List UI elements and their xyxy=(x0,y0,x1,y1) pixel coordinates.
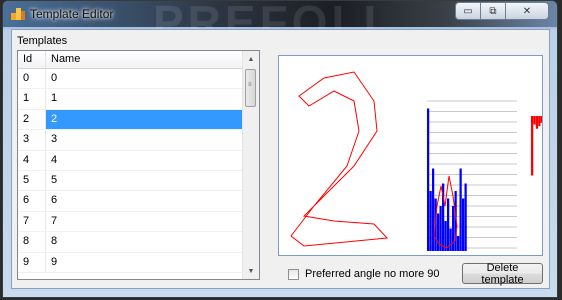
table-row[interactable]: 99 xyxy=(18,252,244,273)
grip-icon: ≡ xyxy=(248,82,252,88)
minimize-icon: ▭ xyxy=(463,5,473,17)
histogram-bar xyxy=(464,183,467,251)
signature-bar xyxy=(538,116,541,127)
preferred-angle-label: Preferred angle no more 90 xyxy=(305,268,440,280)
signature-bar xyxy=(535,116,539,129)
maximize-button[interactable]: ⧉ xyxy=(480,2,506,20)
vertical-scrollbar[interactable]: ▲ ≡ ▼ xyxy=(242,51,259,279)
cell-id: 5 xyxy=(18,170,46,191)
cell-name: 2 xyxy=(46,109,244,130)
histogram-bar xyxy=(447,198,450,251)
maximize-icon: ⧉ xyxy=(489,5,497,17)
table-row[interactable]: 11 xyxy=(18,89,244,110)
histogram-bar xyxy=(429,191,432,251)
scroll-down-icon[interactable]: ▼ xyxy=(243,263,259,279)
list-rows: 00112233445566778899 xyxy=(18,69,244,273)
histogram-bar xyxy=(427,108,430,251)
delete-template-button[interactable]: Delete template xyxy=(462,262,543,286)
cell-name: 1 xyxy=(51,92,58,105)
histogram-bar xyxy=(462,198,465,251)
cell-id: 3 xyxy=(18,130,46,150)
histogram-bar xyxy=(449,228,452,251)
close-icon: ✕ xyxy=(522,5,532,17)
preferred-angle-option[interactable]: Preferred angle no more 90 xyxy=(288,268,440,280)
cell-id: 0 xyxy=(18,69,46,89)
template-preview-canvas xyxy=(290,71,543,251)
histogram-bar xyxy=(432,168,435,251)
caption-buttons: ▭ ⧉ ✕ xyxy=(455,2,549,20)
cell-id: 1 xyxy=(18,89,46,109)
list-header: Id Name xyxy=(18,51,244,69)
table-row[interactable]: 66 xyxy=(18,191,244,212)
cell-name: 4 xyxy=(51,153,58,166)
table-row[interactable]: 77 xyxy=(18,211,244,233)
cell-name: 6 xyxy=(51,194,58,207)
signature-bar xyxy=(540,116,543,123)
table-row[interactable]: 00 xyxy=(18,69,244,90)
scroll-up-icon[interactable]: ▲ xyxy=(243,51,259,67)
glyph-outline xyxy=(290,71,389,247)
cell-id: 8 xyxy=(18,232,46,252)
cell-name: 8 xyxy=(51,235,58,248)
templates-list[interactable]: Id Name 00112233445566778899 ▲ ≡ ▼ xyxy=(17,50,260,280)
signature-bar xyxy=(531,116,534,176)
cell-id: 7 xyxy=(18,211,46,232)
cell-id: 2 xyxy=(18,109,46,130)
template-preview-panel xyxy=(278,55,543,256)
table-row[interactable]: 55 xyxy=(18,170,244,192)
column-header-name[interactable]: Name xyxy=(46,51,244,68)
cell-id: 4 xyxy=(18,150,46,170)
client-area: Templates Id Name 00112233445566778899 ▲… xyxy=(11,29,550,289)
histogram-bar xyxy=(457,236,460,251)
table-row[interactable]: 33 xyxy=(18,130,244,151)
column-header-id[interactable]: Id xyxy=(18,51,46,68)
signature-bar xyxy=(533,116,536,125)
cell-name: 7 xyxy=(51,214,58,227)
table-row[interactable]: 44 xyxy=(18,150,244,171)
close-button[interactable]: ✕ xyxy=(505,2,549,20)
histogram-bar xyxy=(437,213,440,251)
table-row[interactable]: 22 xyxy=(18,109,244,131)
templates-label: Templates xyxy=(17,35,68,47)
cell-id: 6 xyxy=(18,191,46,211)
histogram-bar xyxy=(459,168,462,251)
cell-name: 5 xyxy=(51,173,58,186)
window-title: Template Editor xyxy=(30,7,114,21)
template-editor-window: PREFOLL Template Editor ▭ ⧉ ✕ Templates … xyxy=(2,0,558,298)
signature-bars xyxy=(531,116,543,176)
table-row[interactable]: 88 xyxy=(18,232,244,253)
cell-name: 3 xyxy=(51,133,58,146)
title-bar[interactable]: PREFOLL Template Editor ▭ ⧉ ✕ xyxy=(3,0,557,48)
minimize-button[interactable]: ▭ xyxy=(455,2,481,20)
histogram-bar xyxy=(452,206,455,251)
cell-id: 9 xyxy=(18,252,46,272)
cell-name: 0 xyxy=(51,72,58,84)
scroll-thumb[interactable]: ≡ xyxy=(245,69,256,107)
preferred-angle-checkbox[interactable] xyxy=(288,268,299,280)
histogram-bars xyxy=(427,108,467,251)
app-icon xyxy=(11,8,25,20)
cell-name: 9 xyxy=(51,255,58,268)
